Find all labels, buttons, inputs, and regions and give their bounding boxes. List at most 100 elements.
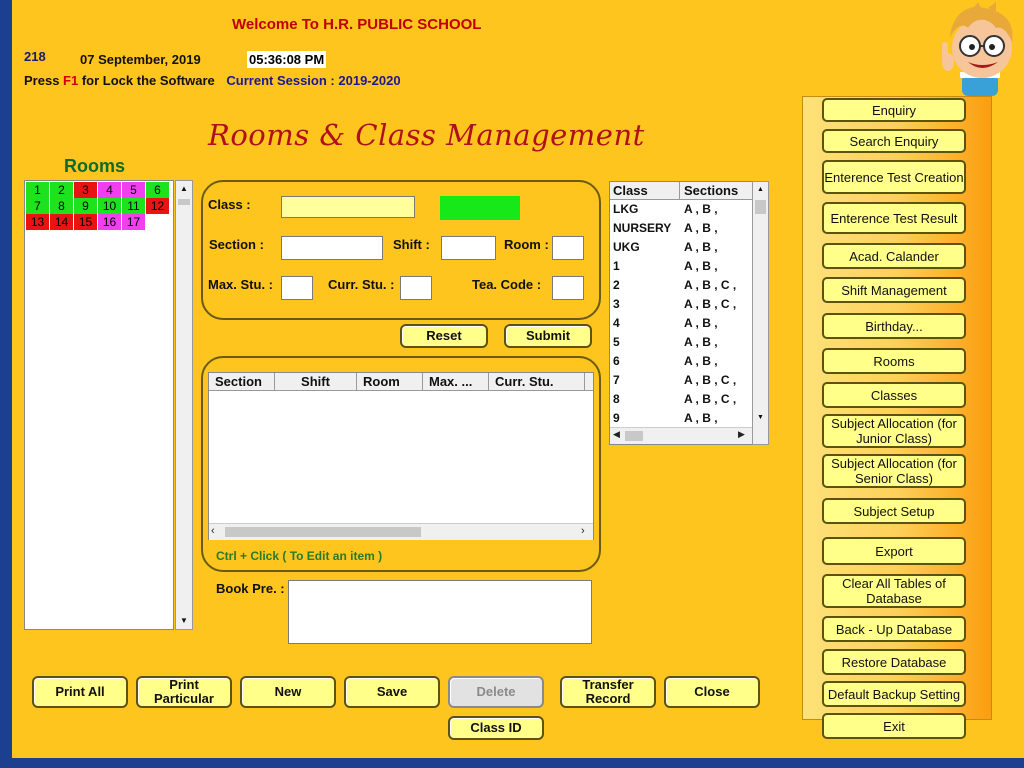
list-item-sections: A , B , xyxy=(684,202,718,216)
room-cell[interactable]: 17 xyxy=(122,214,145,230)
cartoon-boy-mascot-icon xyxy=(912,2,1022,96)
room-cell[interactable]: 16 xyxy=(98,214,121,230)
list-item[interactable]: 1 A , B , xyxy=(610,259,750,278)
book-pre-textarea[interactable] xyxy=(288,580,592,644)
list-item-class: UKG xyxy=(613,240,640,254)
list-item[interactable]: 5 A , B , xyxy=(610,335,750,354)
menu-subject-setup-button[interactable]: Subject Setup xyxy=(822,498,966,524)
reset-button[interactable]: Reset xyxy=(400,324,488,348)
grid-hscroll-thumb[interactable] xyxy=(225,527,421,537)
tea-code-input[interactable] xyxy=(552,276,584,300)
curr-stu-input[interactable] xyxy=(400,276,432,300)
scroll-left-arrow-icon[interactable]: ◀ xyxy=(613,429,620,440)
room-cell[interactable]: 3 xyxy=(74,182,97,198)
new-button[interactable]: New xyxy=(240,676,336,708)
max-stu-input[interactable] xyxy=(281,276,313,300)
menu-shift-management-button[interactable]: Shift Management xyxy=(822,277,966,303)
save-button[interactable]: Save xyxy=(344,676,440,708)
grid-col-curr-stu[interactable]: Curr. Stu. xyxy=(489,373,585,391)
room-cell[interactable]: 11 xyxy=(122,198,145,214)
transfer-record-button[interactable]: Transfer Record xyxy=(560,676,656,708)
grid-col-max[interactable]: Max. ... xyxy=(423,373,489,391)
room-cell[interactable]: 2 xyxy=(50,182,73,198)
grid-col-section[interactable]: Section xyxy=(209,373,275,391)
menu-subject-allocation-for-senior-class-button[interactable]: Subject Allocation (for Senior Class) xyxy=(822,454,966,488)
list-item[interactable]: 8 A , B , C , xyxy=(610,392,750,411)
menu-export-button[interactable]: Export xyxy=(822,537,966,565)
list-item[interactable]: 3 A , B , C , xyxy=(610,297,750,316)
class-id-button[interactable]: Class ID xyxy=(448,716,544,740)
menu-enquiry-button[interactable]: Enquiry xyxy=(822,98,966,122)
list-vscroll-thumb[interactable] xyxy=(755,200,766,214)
room-cell[interactable]: 6 xyxy=(146,182,169,198)
scroll-left-arrow-icon[interactable]: ‹ xyxy=(211,525,215,537)
menu-restore-database-button[interactable]: Restore Database xyxy=(822,649,966,675)
grid-col-shift[interactable]: Shift xyxy=(275,373,357,391)
room-cell[interactable]: 14 xyxy=(50,214,73,230)
list-hscroll-thumb[interactable] xyxy=(625,431,643,441)
room-cell[interactable]: 7 xyxy=(26,198,49,214)
print-particular-line1: Print xyxy=(169,677,199,692)
print-all-button[interactable]: Print All xyxy=(32,676,128,708)
menu-clear-all-tables-of-database-button[interactable]: Clear All Tables of Database xyxy=(822,574,966,608)
room-input[interactable] xyxy=(552,236,584,260)
section-input[interactable] xyxy=(281,236,383,260)
scroll-thumb[interactable] xyxy=(178,199,190,205)
menu-rooms-button[interactable]: Rooms xyxy=(822,348,966,374)
scroll-down-arrow-icon[interactable]: ▼ xyxy=(753,410,768,426)
list-hscrollbar[interactable]: ◀ ▶ xyxy=(610,427,760,444)
rooms-list[interactable]: 1 2 3 4 5 6 7 8 9 10 11 12 13 14 15 16 17 xyxy=(24,180,174,630)
menu-enterence-test-result-button[interactable]: Enterence Test Result xyxy=(822,202,966,234)
room-cell[interactable]: 15 xyxy=(74,214,97,230)
list-item[interactable]: NURSERY A , B , xyxy=(610,221,750,240)
close-button[interactable]: Close xyxy=(664,676,760,708)
delete-button[interactable]: Delete xyxy=(448,676,544,708)
menu-subject-allocation-for-junior-class-button[interactable]: Subject Allocation (for Junior Class) xyxy=(822,414,966,448)
scroll-up-arrow-icon[interactable]: ▲ xyxy=(753,182,768,198)
menu-search-enquiry-button[interactable]: Search Enquiry xyxy=(822,129,966,153)
list-col-sections[interactable]: Sections xyxy=(680,182,760,200)
sections-grid[interactable]: Section Shift Room Max. ... Curr. Stu. ‹… xyxy=(208,372,594,540)
transfer-line2: Record xyxy=(585,691,631,706)
list-item[interactable]: UKG A , B , xyxy=(610,240,750,259)
list-item[interactable]: 4 A , B , xyxy=(610,316,750,335)
scroll-down-arrow-icon[interactable]: ▼ xyxy=(176,613,192,629)
scroll-right-arrow-icon[interactable]: ▶ xyxy=(738,429,745,440)
menu-classes-button[interactable]: Classes xyxy=(822,382,966,408)
class-sections-list[interactable]: Class Sections LKG A , B , NURSERY A , B ,U… xyxy=(609,181,761,445)
list-item-sections: A , B , xyxy=(684,316,718,330)
menu-back-up-database-button[interactable]: Back - Up Database xyxy=(822,616,966,642)
room-cell[interactable]: 5 xyxy=(122,182,145,198)
rooms-scrollbar[interactable]: ▲ ▼ xyxy=(175,180,193,630)
room-cell[interactable]: 13 xyxy=(26,214,49,230)
list-col-class[interactable]: Class xyxy=(610,182,680,200)
print-particular-button[interactable]: Print Particular xyxy=(136,676,232,708)
menu-default-backup-setting-button[interactable]: Default Backup Setting xyxy=(822,681,966,707)
scroll-right-arrow-icon[interactable]: › xyxy=(581,525,585,537)
menu-enterence-test-creation-button[interactable]: Enterence Test Creation xyxy=(822,160,966,194)
menu-acad-calander-button[interactable]: Acad. Calander xyxy=(822,243,966,269)
grid-col-room[interactable]: Room xyxy=(357,373,423,391)
room-cell[interactable]: 9 xyxy=(74,198,97,214)
list-item[interactable]: 2 A , B , C , xyxy=(610,278,750,297)
print-particular-line2: Particular xyxy=(154,691,214,706)
list-item[interactable]: 6 A , B , xyxy=(610,354,750,373)
class-input[interactable] xyxy=(281,196,415,218)
menu-exit-button[interactable]: Exit xyxy=(822,713,966,739)
list-item-class: 5 xyxy=(613,335,620,349)
list-item-sections: A , B , xyxy=(684,259,718,273)
submit-button[interactable]: Submit xyxy=(504,324,592,348)
room-cell[interactable]: 10 xyxy=(98,198,121,214)
scroll-up-arrow-icon[interactable]: ▲ xyxy=(176,181,192,197)
list-vscrollbar[interactable]: ▲ ▼ xyxy=(752,181,769,445)
room-cell[interactable]: 8 xyxy=(50,198,73,214)
shift-input[interactable] xyxy=(441,236,496,260)
grid-hscrollbar[interactable]: ‹ › xyxy=(209,523,593,540)
list-item[interactable]: 7 A , B , C , xyxy=(610,373,750,392)
window-bottom-border xyxy=(0,758,1024,768)
list-item[interactable]: LKG A , B , xyxy=(610,202,750,221)
menu-birthday-button[interactable]: Birthday... xyxy=(822,313,966,339)
room-cell[interactable]: 4 xyxy=(98,182,121,198)
room-cell[interactable]: 1 xyxy=(26,182,49,198)
room-cell[interactable]: 12 xyxy=(146,198,169,214)
